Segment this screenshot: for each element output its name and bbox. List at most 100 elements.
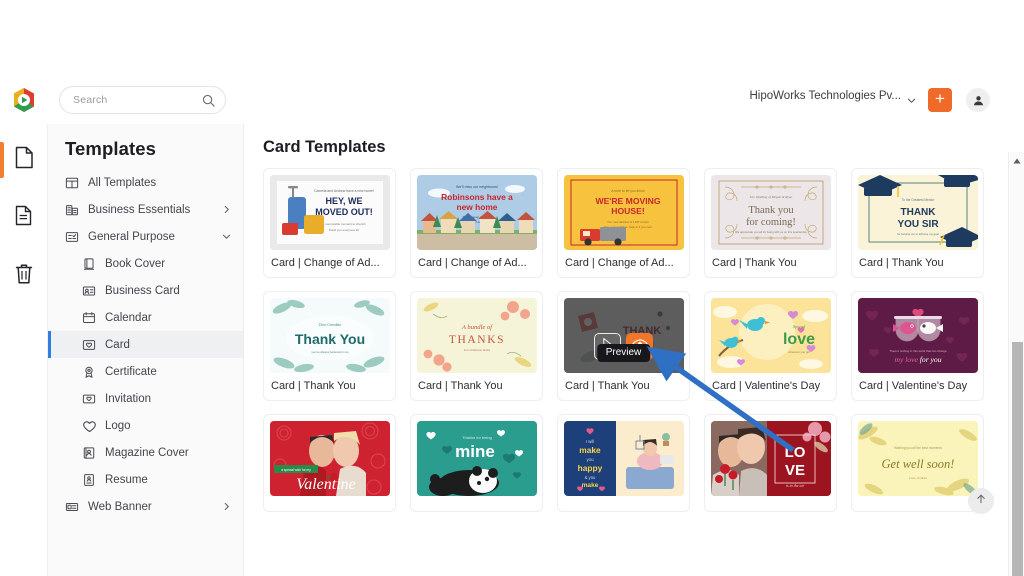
template-caption: Card | Change of Ad... [271,257,380,269]
template-thumbnail[interactable]: There's nothing in this world that can c… [858,298,978,373]
svg-text:Spread: Spread [793,324,806,329]
svg-text:a special wish for my: a special wish for my [281,468,311,472]
sidebar-item-book-cover[interactable]: Book Cover [48,250,243,277]
template-thumbnail[interactable]: Camelia and Andrew have a new home! HEY, … [270,175,390,250]
template-card[interactable]: A bundle of THANKS from Anderson family Car… [410,291,543,401]
template-card[interactable]: LO VE is in the air [704,414,837,512]
sidebar-item-certificate[interactable]: Certificate [48,358,243,385]
svg-text:thank you everyone for: thank you everyone for [329,228,360,232]
sidebar-item-label: Book Cover [105,257,166,270]
scroll-to-top-button[interactable] [968,488,994,514]
svg-text:Love, Andrea: Love, Andrea [909,476,927,480]
template-caption: Card | Valentine's Day [859,380,968,392]
magazine-icon [82,446,96,460]
app-logo-icon[interactable] [11,87,37,113]
sidebar-item-magazine-cover[interactable]: Magazine Cover [48,439,243,466]
svg-text:HOUSE!: HOUSE! [611,206,645,216]
svg-text:new home: new home [457,202,498,212]
browser-page: Search HipoWorks Technologies Pv... + Te… [0,76,1024,576]
sidebar-item-invitation[interactable]: Invitation [48,385,243,412]
svg-text:There's nothing in this world: There's nothing in this world that can c… [889,349,947,353]
svg-text:from Anderson family: from Anderson family [464,348,491,352]
template-thumbnail[interactable]: We'll miss our neighbours! Robinsons have… [417,175,537,250]
template-card[interactable]: Thanks for being mine [410,414,543,512]
rail-item-templates[interactable] [0,196,48,240]
sidebar-item-general-purpose[interactable]: General Purpose [48,223,243,250]
template-thumbnail[interactable]: I will make you happy & you make [564,421,684,496]
svg-text:Thank You: Thank You [295,331,365,347]
chevron-down-icon [907,92,916,103]
user-avatar-icon[interactable] [966,88,990,112]
sidebar-item-logo[interactable]: Logo [48,412,243,439]
svg-text:HEY, WE: HEY, WE [325,196,362,206]
sidebar-item-label: Certificate [105,365,157,378]
svg-text:I will: I will [586,439,595,444]
template-card[interactable]: To the Greatest Mentor THANK YOU SIR for he… [851,168,984,278]
svg-text:Dear Grandma: Dear Grandma [318,323,341,327]
sidebar-item-calendar[interactable]: Calendar [48,304,243,331]
template-caption: Card | Change of Ad... [418,257,527,269]
template-card[interactable]: A note to let you know WE'RE MOVING HOUSE!… [557,168,690,278]
sidebar-item-all-templates[interactable]: All Templates [48,169,243,196]
arrow-up-icon [975,492,987,510]
search-input[interactable]: Search [59,86,226,114]
sidebar-item-card[interactable]: Card [48,331,243,358]
add-new-button[interactable]: + [928,88,952,112]
template-card[interactable]: Wishing you all the best moments Get well… [851,414,984,512]
rail-item-trash[interactable] [0,254,48,298]
template-card[interactable]: I will make you happy & you make [557,414,690,512]
sidebar-item-resume[interactable]: Resume [48,466,243,493]
template-card[interactable]: There's nothing in this world that can c… [851,291,984,401]
template-thumbnail[interactable]: LO VE is in the air [711,421,831,496]
template-thumbnail[interactable]: A bundle of THANKS from Anderson family [417,298,537,373]
template-card[interactable]: THANKYOUPreviewCard | Thank You [557,291,690,401]
svg-text:LO: LO [785,444,806,461]
id-card-icon [82,284,96,298]
svg-text:THANKS: THANKS [449,334,505,346]
sidebar-item-label: Card [105,338,130,351]
sidebar-item-business-card[interactable]: Business Card [48,277,243,304]
template-caption [564,496,683,511]
icon-rail [0,124,48,576]
svg-text:make: make [582,482,599,489]
svg-text:happy: happy [578,463,603,473]
chevron-right-icon [222,502,231,511]
template-thumbnail[interactable]: a special wish for my Valentine [270,421,390,496]
organization-selector[interactable]: HipoWorks Technologies Pv... [750,90,917,103]
scroll-up-arrow-icon[interactable] [1009,152,1024,169]
svg-text:The Wedding of Megan & Ryan: The Wedding of Megan & Ryan [750,195,793,199]
app-window: Search HipoWorks Technologies Pv... + Te… [0,0,1024,576]
template-card[interactable]: Camelia and Andrew have a new home! HEY, … [263,168,396,278]
svg-text:Our new address is 1287 Crown: Our new address is 1287 Crown [607,220,649,224]
resume-icon [82,473,96,487]
svg-text:Camelia and Andrew have a new: Camelia and Andrew have a new home! [314,189,374,193]
template-thumbnail[interactable]: Dear Grandma Thank You you've always belie… [270,298,390,373]
template-thumbnail[interactable]: Spread love wherever you go! [711,298,831,373]
svg-text:A note to let you know: A note to let you know [611,189,645,193]
template-thumbnail[interactable]: Thanks for being mine [417,421,537,496]
template-thumbnail[interactable]: The Wedding of Megan & Ryan Thank you for … [711,175,831,250]
template-caption [417,496,536,511]
trash-icon [14,263,34,290]
template-card[interactable]: Spread love wherever you go! Card | Valenti… [704,291,837,401]
template-card[interactable]: The Wedding of Megan & Ryan Thank you for … [704,168,837,278]
template-thumbnail[interactable]: Wishing you all the best moments Get well… [858,421,978,496]
template-card[interactable]: We'll miss our neighbours! Robinsons have… [410,168,543,278]
svg-text:you've always believed in me: you've always believed in me [311,350,349,354]
sidebar-item-label: Calendar [105,311,152,324]
sidebar-item-label: Business Card [105,284,180,297]
template-thumbnail[interactable]: A note to let you know WE'RE MOVING HOUSE!… [564,175,684,250]
sidebar-item-web-banner[interactable]: Web Banner [48,493,243,520]
template-card[interactable]: a special wish for my Valentine [263,414,396,512]
rail-item-documents[interactable] [0,138,48,182]
template-card[interactable]: Dear Grandma Thank You you've always belie… [263,291,396,401]
sidebar-item-business-essentials[interactable]: Business Essentials [48,196,243,223]
heart-icon [82,419,96,433]
sidebar-item-label: General Purpose [88,230,175,243]
vertical-scrollbar[interactable] [1008,152,1024,576]
svg-text:is in the air: is in the air [786,483,805,488]
scrollbar-thumb[interactable] [1012,342,1023,576]
template-thumbnail[interactable]: To the Greatest Mentor THANK YOU SIR for he… [858,175,978,250]
template-caption: Card | Thank You [418,380,503,392]
template-caption [270,496,389,511]
